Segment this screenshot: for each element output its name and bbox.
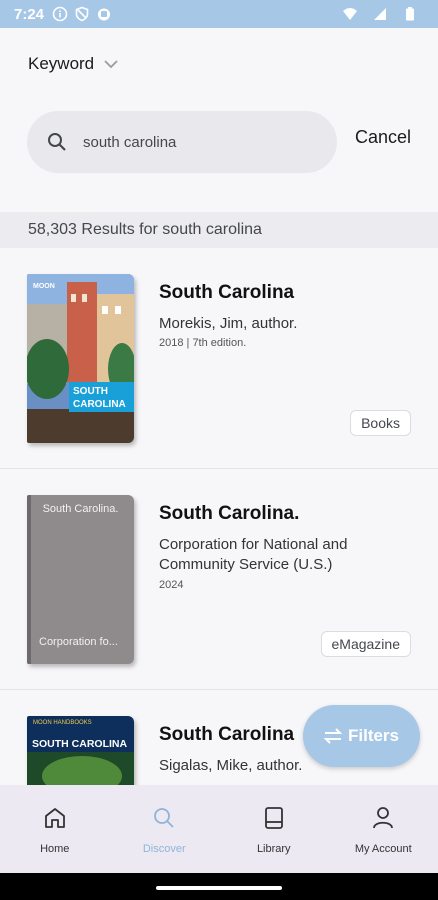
- battery-icon: [406, 7, 414, 21]
- item-title[interactable]: South Carolina: [159, 724, 294, 746]
- home-indicator[interactable]: [156, 886, 282, 890]
- item-author: Morekis, Jim, author.: [159, 315, 298, 332]
- search-icon: [154, 808, 174, 828]
- book-cover[interactable]: MOON SOUTH CAROLINA: [27, 274, 134, 443]
- signal-icon: [374, 8, 386, 20]
- item-author: Corporation for National and Community S…: [159, 536, 348, 573]
- cover-title: South Carolina.: [42, 503, 119, 515]
- search-icon: [48, 133, 66, 151]
- wifi-icon: [343, 8, 357, 20]
- nav-account-label: My Account: [354, 843, 412, 855]
- search-type-dropdown[interactable]: Keyword: [28, 54, 120, 74]
- bottom-navigation: Home Discover Library My Account: [0, 785, 438, 873]
- chevron-down-icon: [104, 60, 118, 69]
- app-notification-icon: [98, 8, 111, 21]
- status-bar: 7:24: [0, 0, 438, 28]
- system-gesture-bar: [0, 873, 438, 900]
- cover-image: MOON HANDBOOKS SOUTH CAROLINA: [27, 716, 134, 785]
- nav-library[interactable]: Library: [219, 785, 329, 873]
- list-item[interactable]: South Carolina. Corporation fo... South …: [0, 469, 438, 690]
- filters-label: Filters: [347, 726, 400, 745]
- cover-title-line2: CAROLINA: [73, 399, 126, 410]
- cover-title: SOUTH CAROLINA: [32, 738, 127, 750]
- info-icon: [52, 6, 68, 22]
- book-cover[interactable]: MOON HANDBOOKS SOUTH CAROLINA: [27, 716, 134, 785]
- filters-button[interactable]: Filters: [303, 705, 420, 767]
- search-header: Keyword Cancel: [0, 28, 438, 212]
- item-meta: 2024: [159, 579, 184, 591]
- format-badge: eMagazine: [320, 631, 411, 657]
- item-meta: 2018 | 7th edition.: [159, 337, 247, 349]
- home-icon: [44, 808, 65, 828]
- cancel-button[interactable]: Cancel: [355, 127, 411, 148]
- person-icon: [373, 807, 394, 829]
- list-item[interactable]: MOON SOUTH CAROLINA South Carolina Morek…: [0, 248, 438, 469]
- search-type-label: Keyword: [28, 54, 95, 73]
- nav-discover[interactable]: Discover: [110, 785, 220, 873]
- search-box[interactable]: [27, 111, 337, 173]
- book-icon: [264, 807, 283, 829]
- item-title[interactable]: South Carolina.: [159, 503, 299, 525]
- nav-home-label: Home: [40, 843, 70, 855]
- nav-library-label: Library: [256, 843, 291, 855]
- book-cover[interactable]: South Carolina. Corporation fo...: [27, 495, 134, 664]
- cover-publisher: Corporation fo...: [39, 636, 118, 648]
- cover-title-line1: SOUTH: [73, 386, 108, 397]
- shield-icon: [75, 6, 89, 22]
- cover-series: MOON HANDBOOKS: [33, 720, 92, 726]
- cover-image: MOON SOUTH CAROLINA: [27, 274, 134, 443]
- status-time: 7:24: [14, 5, 45, 23]
- nav-discover-label: Discover: [142, 843, 186, 855]
- swap-arrows-icon: [323, 728, 342, 744]
- results-summary: 58,303 Results for south carolina: [0, 212, 438, 248]
- cover-brand: MOON: [33, 283, 55, 290]
- search-input[interactable]: [83, 133, 303, 151]
- format-badge: Books: [350, 410, 411, 436]
- nav-account[interactable]: My Account: [329, 785, 438, 873]
- item-title[interactable]: South Carolina: [159, 282, 294, 304]
- nav-home[interactable]: Home: [0, 785, 110, 873]
